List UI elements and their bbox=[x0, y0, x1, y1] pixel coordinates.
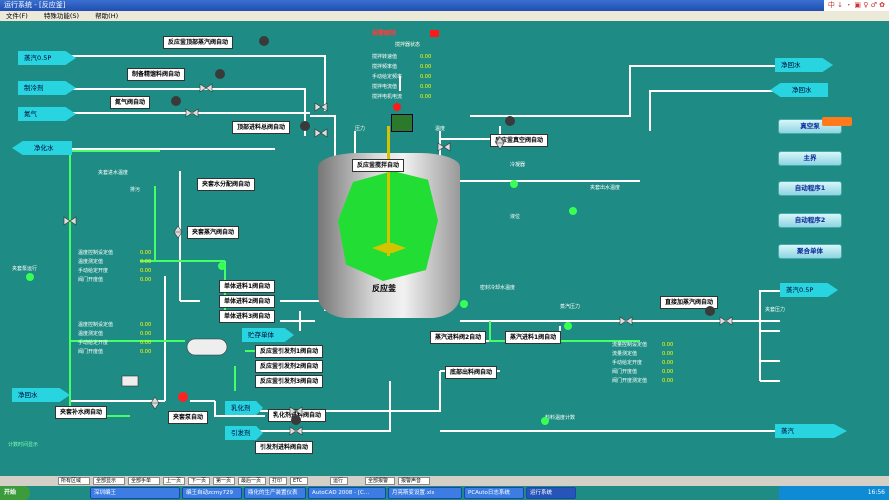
taskbar-item[interactable]: 深圳编王 bbox=[90, 487, 180, 499]
actuator-icon bbox=[300, 121, 310, 131]
status-all-alarm[interactable]: 全部报警 bbox=[365, 477, 395, 485]
actuator-icon bbox=[291, 415, 301, 425]
window-titlebar: 运行系统 - [反应釜] bbox=[0, 0, 889, 11]
actuator-icon bbox=[259, 36, 269, 46]
sensor-icon bbox=[510, 180, 518, 188]
status-show-all[interactable]: 全部显示 bbox=[93, 477, 125, 485]
valve-icon bbox=[63, 216, 77, 226]
actuator-icon bbox=[215, 69, 225, 79]
status-all-area[interactable]: 所有区域 bbox=[58, 477, 90, 485]
taskbar-item[interactable]: 编王自动zcmy729 bbox=[182, 487, 242, 499]
status-alarm-sound[interactable]: 报警声音 bbox=[398, 477, 430, 485]
actuator-icon bbox=[705, 306, 715, 316]
valve-icon bbox=[314, 102, 328, 112]
status-run[interactable]: 运行 bbox=[330, 477, 348, 485]
taskbar-item[interactable]: 运行系统 bbox=[526, 487, 576, 499]
valve-icon bbox=[185, 108, 199, 118]
ime-toolbar[interactable]: 中 ↓ ・ ▣ ♀ ♂ ✿ bbox=[823, 0, 889, 11]
status-first-page[interactable]: 第一页 bbox=[213, 477, 235, 485]
actuator-icon bbox=[171, 96, 181, 106]
status-next-page[interactable]: 下一页 bbox=[188, 477, 210, 485]
actuator-icon bbox=[505, 116, 515, 126]
status-last-page[interactable]: 最后一页 bbox=[238, 477, 266, 485]
condenser-tank-icon bbox=[186, 338, 228, 356]
valve-icon bbox=[289, 426, 303, 436]
status-print[interactable]: 打印 bbox=[269, 477, 287, 485]
menu-special[interactable]: 特殊功能(S) bbox=[44, 12, 79, 20]
sensor-icon bbox=[26, 273, 34, 281]
valve-icon bbox=[199, 83, 213, 93]
taskbar-item[interactable]: AutoCAD 2008 - [C... bbox=[308, 487, 386, 499]
menu-help[interactable]: 帮助(H) bbox=[95, 12, 118, 20]
taskbar-item[interactable]: 月亮斯变设置.xls bbox=[388, 487, 462, 499]
menu-file[interactable]: 文件(F) bbox=[6, 12, 28, 20]
taskbar-item[interactable]: PCAuto日志系统 bbox=[464, 487, 524, 499]
sensor-icon bbox=[218, 262, 226, 270]
window-title: 运行系统 - [反应釜] bbox=[4, 1, 66, 9]
taskbar-item[interactable]: 鼎化的生产装置仪表 bbox=[244, 487, 306, 499]
pump-icon bbox=[178, 392, 188, 402]
start-button[interactable]: 开始 bbox=[0, 486, 30, 500]
filter-icon bbox=[121, 375, 139, 387]
system-tray: 16:56 bbox=[779, 486, 889, 500]
status-prev-page[interactable]: 上一页 bbox=[163, 477, 185, 485]
valve-icon bbox=[173, 225, 183, 239]
valve-icons bbox=[26, 36, 733, 436]
status-etc[interactable]: ETC bbox=[290, 477, 308, 485]
valve-icon bbox=[495, 136, 505, 150]
valve-icon bbox=[314, 128, 328, 138]
valve-icon bbox=[289, 406, 303, 416]
sensor-icon bbox=[564, 322, 572, 330]
menu-bar: 文件(F) 特殊功能(S) 帮助(H) bbox=[0, 11, 889, 21]
sensor-icon bbox=[569, 207, 577, 215]
status-manual[interactable]: 全部手单 bbox=[128, 477, 160, 485]
sensor-icon bbox=[460, 300, 468, 308]
valve-icon bbox=[619, 316, 633, 326]
sensor-icon bbox=[541, 417, 549, 425]
clock-text: 16:56 bbox=[867, 489, 885, 496]
valve-icon bbox=[437, 142, 451, 152]
status-bar: 所有区域 全部显示 全部手单 上一页 下一页 第一页 最后一页 打印 ETC 运… bbox=[0, 476, 889, 486]
valve-icon bbox=[150, 396, 160, 410]
valve-icon bbox=[719, 316, 733, 326]
scada-workspace: 反应釜搅拌自动 反应釜 反应釜顶部蒸汽阀自动 制备精馏料阀自动 氮气阀自动 顶部… bbox=[0, 21, 889, 476]
